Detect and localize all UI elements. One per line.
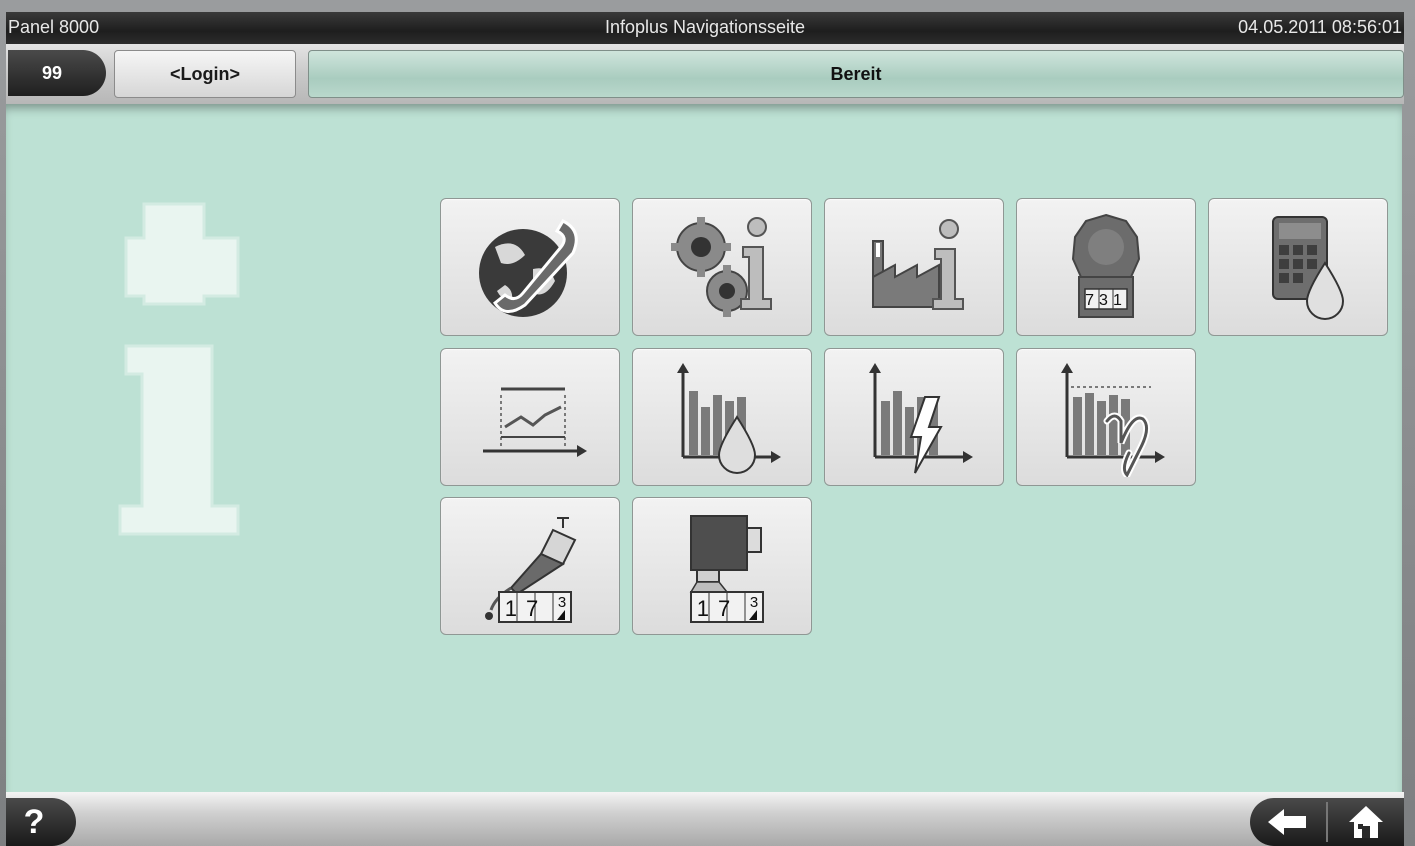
tile-valve-counter[interactable]: 17 3 [632, 497, 812, 635]
valve-last-digit: 3 [750, 594, 758, 611]
nozzle-digits: 17 [505, 596, 547, 621]
help-button[interactable]: ? [6, 798, 76, 846]
meter-digits: 731 [1085, 292, 1127, 309]
valve-digits: 17 [697, 596, 739, 621]
title-bar: Panel 8000 Infoplus Navigationsseite 04.… [6, 12, 1404, 44]
bottom-bar: ? [6, 792, 1404, 846]
tile-consumption[interactable] [632, 348, 812, 486]
status-row: 99 <Login> Bereit [6, 44, 1404, 104]
globe-phone-icon [479, 219, 578, 317]
back-button[interactable] [1250, 798, 1326, 846]
tile-nozzle-counter[interactable]: 17 3 [440, 497, 620, 635]
nozzle-last-digit: 3 [558, 594, 566, 611]
tile-trend[interactable] [440, 348, 620, 486]
gears-info-icon [671, 217, 772, 317]
nozzle-counter-icon: 17 3 [485, 517, 577, 623]
tile-calculator[interactable] [1208, 198, 1388, 336]
panel-number-badge[interactable]: 99 [8, 50, 106, 96]
back-arrow-icon [1268, 809, 1306, 835]
status-field: Bereit [308, 50, 1404, 98]
login-button[interactable]: <Login> [114, 50, 296, 98]
page-title: Infoplus Navigationsseite [604, 17, 806, 37]
bar-chart-lightning-icon [869, 363, 973, 474]
tile-efficiency[interactable] [1016, 348, 1196, 486]
nav-button-group [1250, 798, 1404, 846]
meter-counter-icon: 731 [1071, 213, 1141, 318]
main-content: 731 17 3 17 3 [6, 104, 1402, 792]
help-icon: ? [23, 802, 45, 841]
home-icon [1349, 806, 1383, 838]
tile-contact[interactable] [440, 198, 620, 336]
trend-chart-icon [483, 387, 587, 457]
tile-energy[interactable] [824, 348, 1004, 486]
bar-chart-efficiency-icon [1061, 363, 1165, 477]
calculator-drop-icon [1272, 216, 1345, 320]
valve-counter-icon: 17 3 [689, 515, 764, 623]
factory-info-icon [872, 219, 964, 310]
tile-meter[interactable]: 731 [1016, 198, 1196, 336]
datetime: 04.05.2011 08:56:01 [1238, 17, 1402, 37]
home-button[interactable] [1328, 798, 1404, 846]
info-logo-icon [118, 202, 240, 536]
tile-system-info[interactable] [632, 198, 812, 336]
tile-plant-info[interactable] [824, 198, 1004, 336]
screen: Panel 8000 Infoplus Navigationsseite 04.… [0, 0, 1415, 846]
bar-chart-drop-icon [677, 363, 781, 474]
